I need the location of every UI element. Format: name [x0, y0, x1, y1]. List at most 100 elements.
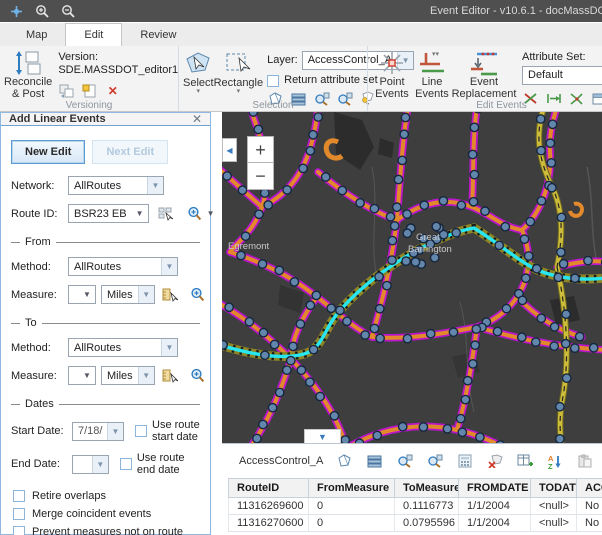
table-paste-icon[interactable]: [576, 453, 593, 470]
event-replacement-button[interactable]: Event Replacement: [452, 48, 516, 100]
from-measure-on-map-icon[interactable]: [162, 287, 178, 303]
map-view[interactable]: EgremontGreatBarrington ◀ + − ▼: [222, 112, 602, 443]
end-date-combo[interactable]: ▼: [72, 455, 109, 474]
tab-review[interactable]: Review: [122, 25, 194, 46]
col-routeid[interactable]: RouteID: [229, 479, 309, 498]
from-unit-combo-arrow[interactable]: ▼: [138, 286, 154, 303]
attribute-set-combo[interactable]: Default ▼: [522, 66, 602, 85]
return-attribute-set-checkbox[interactable]: [267, 75, 279, 87]
tab-edit[interactable]: Edit: [65, 23, 122, 46]
cell-fromdate[interactable]: 1/1/2004: [459, 515, 531, 532]
to-unit-combo-arrow[interactable]: ▼: [138, 367, 154, 384]
zoom-to-route-icon[interactable]: [187, 206, 202, 222]
collapse-panel-left-button[interactable]: ◀: [222, 138, 237, 162]
table-header-row: RouteID FromMeasure ToMeasure FROMDATE T…: [229, 479, 602, 498]
map-canvas[interactable]: EgremontGreatBarrington: [222, 112, 602, 443]
table-row[interactable]: 11316269600 0 0.1116773 1/1/2004 <null> …: [229, 498, 602, 515]
end-date-combo-arrow[interactable]: ▼: [92, 456, 108, 473]
new-edit-button[interactable]: New Edit: [11, 140, 85, 164]
from-zoom-measure-icon[interactable]: [190, 287, 205, 303]
layer-label: Layer:: [267, 54, 298, 67]
select-dropdown-caret: ▾: [197, 89, 201, 95]
route-id-combo[interactable]: BSR23 EB ▼: [68, 204, 149, 223]
col-access[interactable]: ACCESS: [577, 479, 602, 498]
from-measure-combo[interactable]: ▼: [68, 285, 96, 304]
from-unit-combo[interactable]: Miles ▼: [101, 285, 155, 304]
use-route-end-date-checkbox[interactable]: [120, 458, 132, 470]
table-layer-name[interactable]: AccessControl_A: [239, 455, 323, 467]
table-zoom-to-selected-icon[interactable]: [396, 453, 413, 470]
col-frommeasure[interactable]: FromMeasure: [309, 479, 395, 498]
table-select-features-icon[interactable]: [336, 453, 353, 470]
col-todate[interactable]: TODATE: [531, 479, 577, 498]
to-method-combo[interactable]: AllRoutes ▼: [68, 338, 178, 357]
start-date-combo-arrow[interactable]: ▼: [107, 423, 123, 440]
panel-close-icon[interactable]: ✕: [192, 113, 202, 125]
point-events-button[interactable]: Point Events: [372, 48, 412, 100]
collapse-table-panel-button[interactable]: ▼: [304, 429, 341, 443]
cell-routeid[interactable]: 11316270600: [229, 515, 309, 532]
tab-map[interactable]: Map: [8, 25, 65, 46]
merge-coincident-events-checkbox[interactable]: [13, 508, 25, 520]
use-route-start-date-label: Use route start date: [152, 419, 202, 443]
change-version-icon[interactable]: [58, 83, 75, 99]
prevent-measures-checkbox[interactable]: [13, 526, 25, 535]
cell-routeid[interactable]: 11316269600: [229, 498, 309, 515]
use-route-start-date-checkbox[interactable]: [135, 425, 147, 437]
cell-access[interactable]: No: [577, 498, 602, 515]
cell-todate[interactable]: <null>: [531, 498, 577, 515]
cell-todate[interactable]: <null>: [531, 515, 577, 532]
retire-overlaps-label: Retire overlaps: [32, 490, 106, 502]
rectangle-select-icon: [224, 50, 252, 77]
line-events-button[interactable]: ▾▾ Line Events: [412, 48, 452, 100]
select-button[interactable]: Select ▾: [183, 48, 214, 95]
table-sort-icon[interactable]: AZ: [546, 453, 563, 470]
reconcile-post-button[interactable]: Reconcile & Post: [4, 48, 52, 100]
to-unit-combo[interactable]: Miles ▼: [101, 366, 155, 385]
col-tomeasure[interactable]: ToMeasure: [395, 479, 459, 498]
to-method-combo-arrow[interactable]: ▼: [161, 339, 177, 356]
from-measure-combo-arrow[interactable]: ▼: [79, 286, 95, 303]
cell-frommeasure[interactable]: 0: [309, 515, 395, 532]
new-version-icon[interactable]: [81, 83, 98, 99]
from-legend: From: [25, 236, 51, 248]
col-fromdate[interactable]: FROMDATE: [459, 479, 531, 498]
table-show-selected-rows-icon[interactable]: [366, 453, 383, 470]
start-date-combo[interactable]: 7/18/ ▼: [72, 422, 124, 441]
table-add-records-icon[interactable]: [516, 453, 533, 470]
select-route-on-map-icon[interactable]: [158, 206, 174, 222]
cell-access[interactable]: No: [577, 515, 602, 532]
network-combo[interactable]: AllRoutes ▼: [68, 176, 164, 195]
merge-coincident-events-label: Merge coincident events: [32, 508, 151, 520]
from-measure-label: Measure:: [11, 289, 63, 301]
line-events-icon: ▾▾: [418, 50, 446, 76]
cell-tomeasure[interactable]: 0.1116773: [395, 498, 459, 515]
next-edit-button[interactable]: Next Edit: [92, 140, 168, 164]
network-combo-arrow[interactable]: ▼: [147, 177, 163, 194]
table-calculator-icon[interactable]: [456, 453, 473, 470]
from-method-combo[interactable]: AllRoutes ▼: [68, 257, 178, 276]
to-zoom-measure-icon[interactable]: [190, 368, 205, 384]
edit-events-group: Point Events ▾▾ Line Events: [367, 46, 602, 111]
to-measure-on-map-icon[interactable]: [162, 368, 178, 384]
ribbon-tabs: Map Edit Review: [0, 22, 602, 46]
cell-frommeasure[interactable]: 0: [309, 498, 395, 515]
to-measure-combo-arrow[interactable]: ▼: [79, 367, 95, 384]
cell-tomeasure[interactable]: 0.0795596: [395, 515, 459, 532]
table-row[interactable]: 11316270600 0 0.0795596 1/1/2004 <null> …: [229, 515, 602, 532]
map-zoom-in-button[interactable]: +: [247, 136, 274, 163]
ribbon: Reconcile & Post Version: SDE.MASSDOT_ed…: [0, 46, 602, 112]
retire-overlaps-checkbox[interactable]: [13, 490, 25, 502]
to-measure-combo[interactable]: ▼: [68, 366, 96, 385]
table-pan-to-selected-icon[interactable]: [426, 453, 443, 470]
zoom-route-caret[interactable]: ▼: [207, 209, 215, 218]
delete-version-icon[interactable]: ✕: [104, 83, 121, 99]
from-method-combo-arrow[interactable]: ▼: [161, 258, 177, 275]
route-id-combo-arrow[interactable]: ▼: [132, 205, 148, 222]
rectangle-button[interactable]: Rectangle ▾: [214, 48, 264, 95]
map-zoom-out-button[interactable]: −: [247, 163, 274, 190]
table-clear-selection-icon[interactable]: [486, 453, 503, 470]
cell-fromdate[interactable]: 1/1/2004: [459, 498, 531, 515]
selection-group-label: Selection: [179, 100, 367, 111]
version-value: SDE.MASSDOT_editor1: [58, 64, 178, 77]
